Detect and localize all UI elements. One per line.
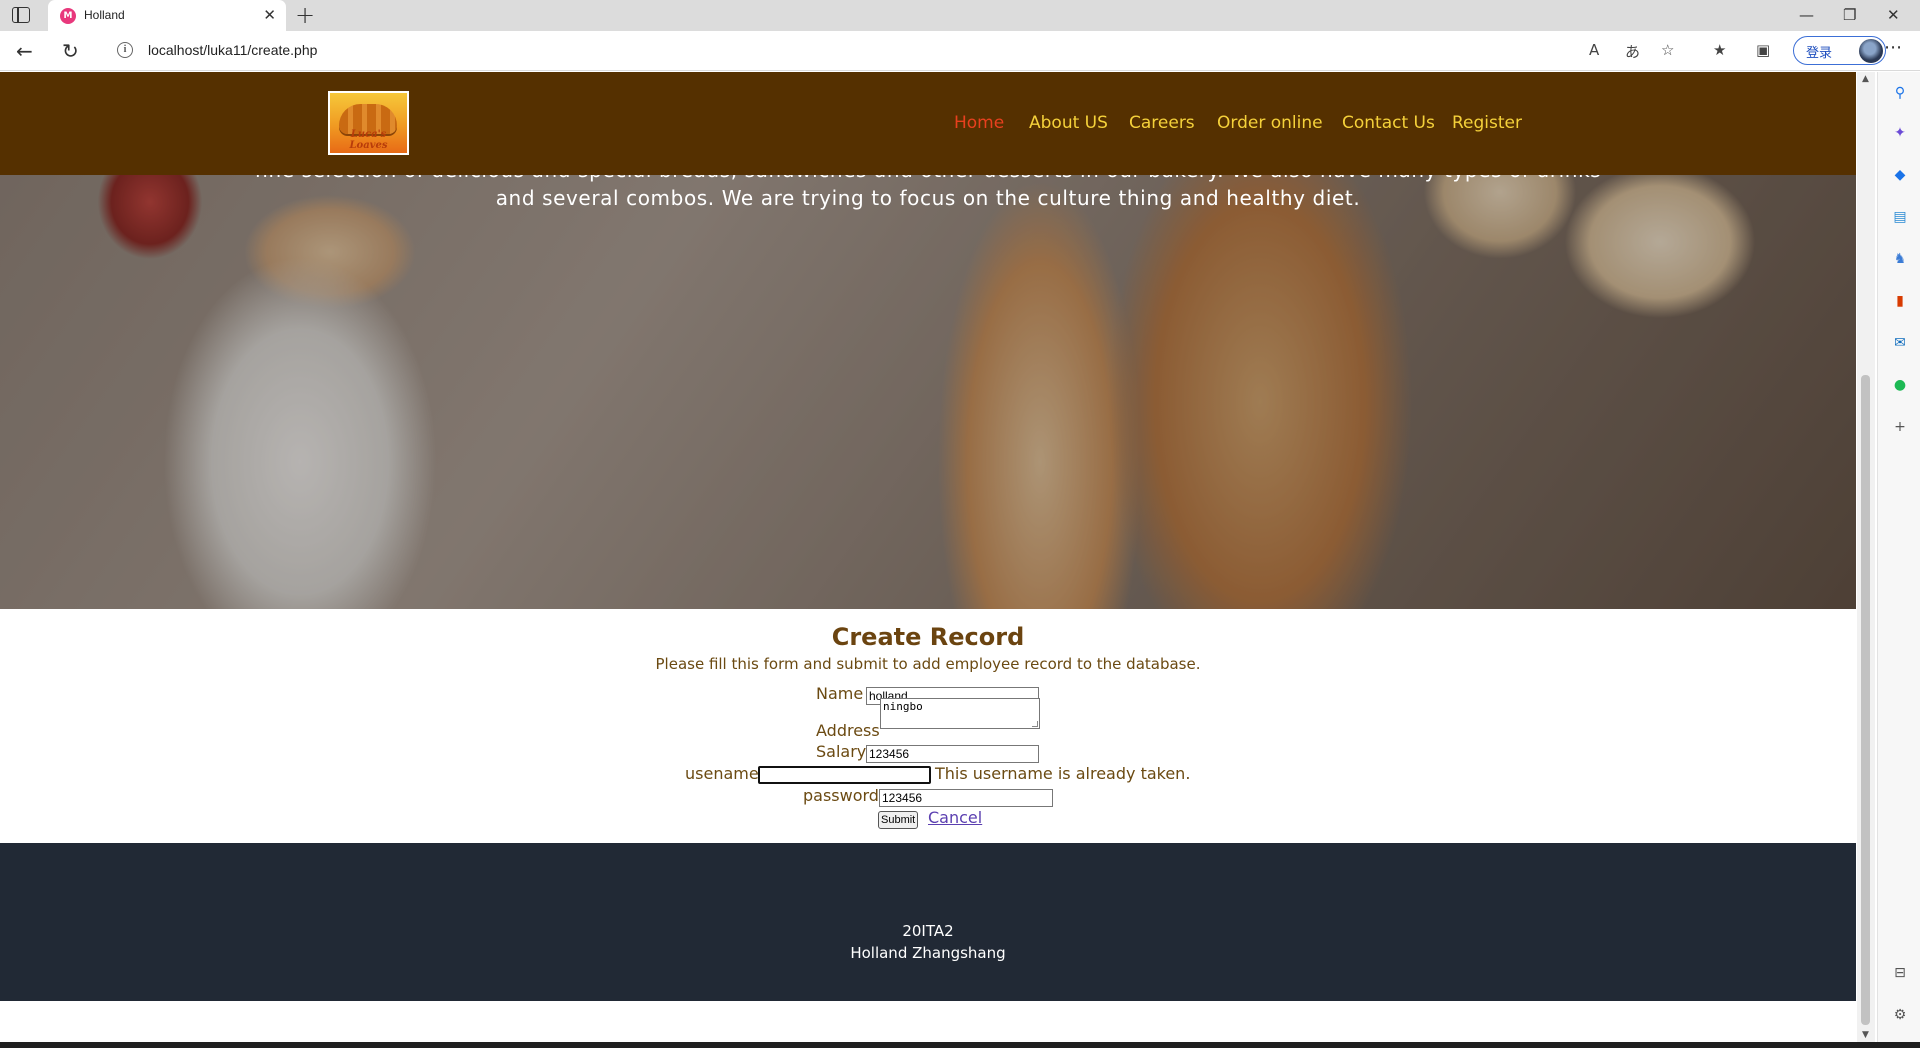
sidebar-toggle-icon[interactable] [12, 7, 30, 23]
nav-careers[interactable]: Careers [1129, 113, 1195, 133]
site-logo[interactable]: Luca's Loaves [328, 91, 409, 155]
avatar [1859, 39, 1883, 63]
scroll-down-icon[interactable]: ▼ [1862, 1030, 1869, 1040]
form-title: Create Record [831, 623, 1025, 651]
translate-icon[interactable]: あ [1625, 41, 1640, 62]
form-description: Please fill this form and submit to add … [655, 655, 1201, 673]
tab-title: Holland [84, 8, 125, 22]
nav-register[interactable]: Register [1452, 113, 1522, 133]
salary-label: Salary [816, 742, 867, 761]
settings-gear-icon[interactable]: ⚙ [1891, 1006, 1909, 1024]
salary-input[interactable]: 123456 [866, 745, 1039, 763]
outlook-icon[interactable]: ✉ [1891, 334, 1909, 352]
sidebar-hide-icon[interactable]: ⊟ [1891, 964, 1909, 982]
logo-text: Luca's Loaves [349, 129, 388, 151]
add-app-icon[interactable]: + [1891, 418, 1909, 436]
copilot-icon[interactable]: ✦ [1891, 124, 1909, 142]
collections-icon[interactable]: ▣ [1756, 41, 1770, 59]
scroll-up-icon[interactable]: ▲ [1862, 74, 1869, 84]
page-scrollbar[interactable]: ▲ ▼ [1857, 72, 1875, 1042]
address-bar: ← ↻ i localhost/luka11/create.php A あ ☆ … [0, 31, 1920, 71]
back-icon[interactable]: ← [16, 39, 33, 63]
taskbar-strip [0, 1042, 1920, 1048]
scrollbar-thumb[interactable] [1861, 375, 1870, 1025]
site-navbar: Luca's Loaves Home About US Careers Orde… [0, 72, 1856, 175]
footer-author: Holland Zhangshang [850, 944, 1006, 962]
cancel-link[interactable]: Cancel [928, 808, 982, 827]
site-footer: 20ITA2 Holland Zhangshang [0, 843, 1856, 1001]
site-info-icon[interactable]: i [117, 42, 133, 58]
tab-close-icon[interactable]: ✕ [263, 6, 276, 24]
resize-handle-icon[interactable] [1032, 721, 1038, 727]
games-icon[interactable]: ♞ [1891, 250, 1909, 268]
footer-class: 20ITA2 [902, 922, 954, 940]
read-aloud-icon[interactable]: A [1589, 41, 1599, 59]
nav-home[interactable]: Home [954, 113, 1004, 133]
search-icon[interactable]: ⚲ [1891, 84, 1909, 102]
browser-tab-bar: M Holland ✕ + — ❐ ✕ [0, 0, 1920, 31]
password-label: password [803, 786, 879, 805]
address-label: Address [816, 721, 880, 740]
name-label: Name [816, 684, 864, 703]
window-close-icon[interactable]: ✕ [1887, 6, 1900, 24]
tools-icon[interactable]: ▤ [1891, 208, 1909, 226]
tab-favicon-icon: M [60, 8, 76, 24]
url-field[interactable]: localhost/luka11/create.php [148, 42, 317, 58]
add-favorite-icon[interactable]: ☆ [1661, 41, 1674, 59]
create-record-form: Create Record Please fill this form and … [0, 609, 1856, 843]
nav-contact-us[interactable]: Contact Us [1342, 113, 1435, 133]
address-textarea[interactable]: ningbo [880, 698, 1040, 729]
shopping-icon[interactable]: ◆ [1891, 166, 1909, 184]
edge-sidebar: ⚲ ✦ ◆ ▤ ♞ ▮ ✉ ● + ⊟ ⚙ [1877, 72, 1920, 1048]
submit-button[interactable]: Submit [878, 811, 919, 829]
more-menu-icon[interactable]: ⋯ [1884, 37, 1902, 58]
username-label: usename [685, 764, 759, 783]
nav-about-us[interactable]: About US [1029, 113, 1108, 133]
office-icon[interactable]: ▮ [1891, 292, 1909, 310]
address-value: ningbo [883, 700, 923, 713]
login-label: 登录 [1806, 46, 1833, 61]
login-button[interactable]: 登录 [1793, 36, 1886, 65]
page-viewport: fine selection of delicious and special … [0, 72, 1856, 1042]
username-error: This username is already taken. [935, 764, 1191, 783]
new-tab-button[interactable]: + [295, 1, 315, 29]
minimize-icon[interactable]: — [1799, 6, 1814, 24]
browser-tab[interactable]: M Holland ✕ [48, 0, 286, 31]
nav-order-online[interactable]: Order online [1217, 113, 1323, 133]
password-input[interactable]: 123456 [879, 789, 1053, 807]
username-input[interactable] [758, 766, 931, 784]
spotify-icon[interactable]: ● [1891, 376, 1909, 394]
restore-icon[interactable]: ❐ [1843, 6, 1856, 24]
refresh-icon[interactable]: ↻ [62, 39, 79, 63]
favorites-icon[interactable]: ★ [1713, 41, 1726, 59]
